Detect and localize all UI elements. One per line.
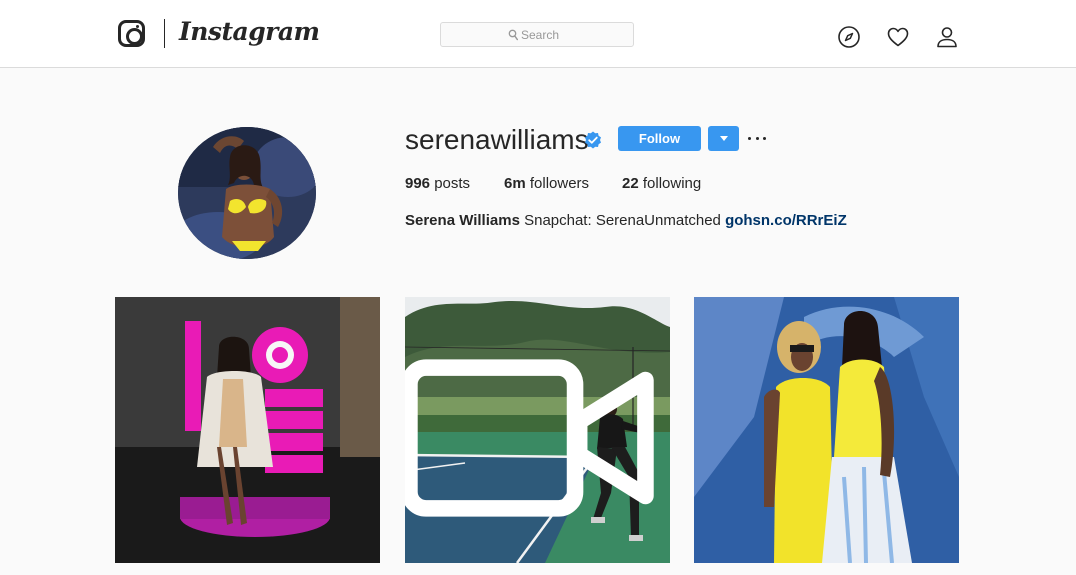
post-thumbnail[interactable]	[115, 297, 380, 563]
profile-username: serenawilliams	[405, 124, 589, 155]
suggested-accounts-dropdown-button[interactable]	[708, 126, 739, 151]
post-thumbnail[interactable]	[694, 297, 959, 563]
verified-badge-icon	[585, 131, 601, 149]
instagram-wordmark-logo[interactable]: Instagram	[179, 17, 320, 46]
bio-full-name: Serena Williams	[405, 212, 520, 229]
top-navigation-bar: Instagram	[0, 0, 1076, 68]
follow-button[interactable]: Follow	[618, 126, 701, 151]
following-label: following	[642, 175, 702, 192]
explore-compass-icon[interactable]	[837, 25, 861, 49]
followers-count: 6m	[504, 175, 526, 192]
following-count-stat[interactable]: 22 following	[622, 175, 701, 192]
search-input[interactable]	[521, 23, 631, 46]
search-icon	[508, 29, 518, 41]
avatar-photo	[178, 127, 316, 259]
posts-label: posts	[434, 175, 471, 192]
following-count: 22	[622, 175, 639, 192]
profile-bio: Serena Williams Snapchat: SerenaUnmatche…	[405, 212, 847, 229]
profile-avatar[interactable]	[178, 127, 316, 259]
bio-external-link[interactable]: gohsn.co/RRrEiZ	[725, 212, 847, 229]
post-thumbnail[interactable]	[405, 297, 670, 563]
video-camera-icon	[405, 359, 654, 517]
followers-count-stat[interactable]: 6m followers	[504, 175, 589, 192]
logo-divider	[164, 19, 165, 48]
instagram-camera-icon[interactable]	[118, 20, 145, 47]
post-photo	[694, 297, 959, 563]
search-box[interactable]	[440, 22, 634, 47]
profile-person-icon[interactable]	[935, 25, 959, 49]
caret-down-icon	[720, 136, 728, 141]
activity-heart-icon[interactable]	[886, 25, 910, 49]
posts-count: 996	[405, 175, 431, 192]
followers-label: followers	[529, 175, 590, 192]
more-options-ellipsis-icon[interactable]	[748, 130, 766, 146]
posts-count-stat: 996 posts	[405, 175, 470, 192]
bio-text: Snapchat: SerenaUnmatched	[524, 212, 721, 229]
post-photo	[115, 297, 380, 563]
